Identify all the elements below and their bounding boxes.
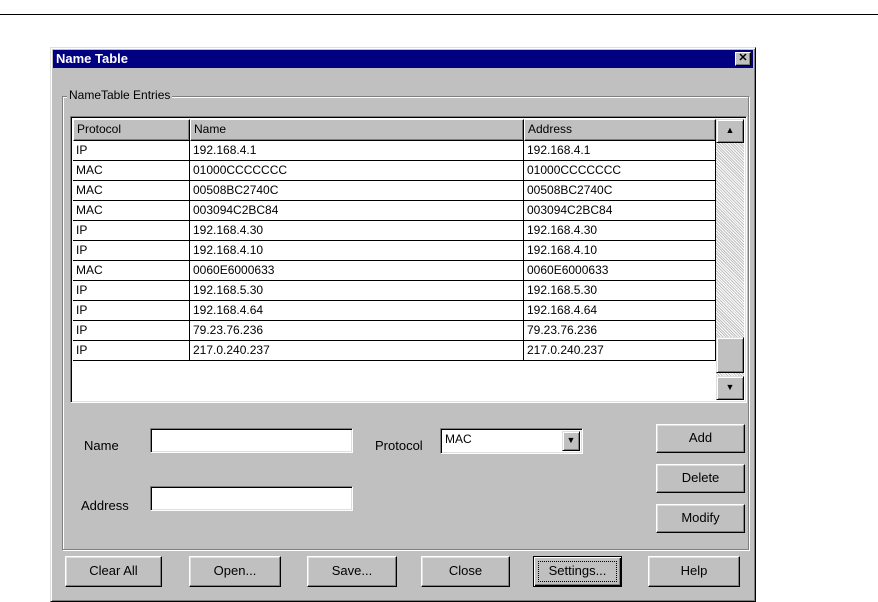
down-arrow-icon: ▼ [725,382,735,392]
title-bar[interactable]: Name Table ✕ [53,50,753,68]
cell-address: 79.23.76.236 [524,321,716,341]
table-row[interactable]: IP 192.168.4.10 192.168.4.10 [73,241,716,261]
modify-button[interactable]: Modify [656,504,745,533]
scroll-thumb[interactable] [716,337,744,373]
save-button[interactable]: Save... [307,556,397,587]
save-label: Save... [331,563,373,578]
cell-protocol: IP [73,221,190,241]
cell-protocol: MAC [73,201,190,221]
cell-protocol: IP [73,301,190,321]
cell-address: 01000CCCCCCC [524,161,716,181]
modify-button-label: Modify [681,510,720,525]
delete-button[interactable]: Delete [656,464,745,493]
table-row[interactable]: IP 192.168.5.30 192.168.5.30 [73,281,716,301]
column-header-address[interactable]: Address [524,119,716,141]
nametable-list[interactable]: Protocol Name Address IP 192.168.4.1 192.1… [70,116,747,403]
chevron-down-icon: ▼ [566,435,576,445]
up-arrow-icon: ▲ [725,125,735,135]
cell-address: 217.0.240.237 [524,341,716,361]
settings-button[interactable]: Settings... [533,556,622,587]
table-row[interactable]: IP 79.23.76.236 79.23.76.236 [73,321,716,341]
clear-all-button[interactable]: Clear All [65,556,162,587]
close-icon: ✕ [738,52,748,64]
cell-protocol: MAC [73,261,190,281]
name-input[interactable] [150,428,353,453]
cell-name: 0060E6000633 [190,261,524,281]
cell-protocol: IP [73,341,190,361]
cell-protocol: IP [73,141,190,161]
table-row[interactable]: MAC 003094C2BC84 003094C2BC84 [73,201,716,221]
cell-protocol: IP [73,281,190,301]
window-title: Name Table [56,51,129,66]
group-label: NameTable Entries [67,88,173,102]
help-label: Help [680,563,708,578]
add-button[interactable]: Add [656,424,745,453]
name-label: Name [84,438,119,453]
table-row[interactable]: IP 192.168.4.30 192.168.4.30 [73,221,716,241]
cell-name: 003094C2BC84 [190,201,524,221]
list-header: Protocol Name Address [73,119,716,141]
cell-address: 192.168.5.30 [524,281,716,301]
cell-name: 192.168.4.1 [190,141,524,161]
table-row[interactable]: IP 192.168.4.1 192.168.4.1 [73,141,716,161]
close-window-button[interactable]: ✕ [735,52,751,66]
cell-name: 00508BC2740C [190,181,524,201]
settings-label: Settings... [548,563,607,578]
close-button[interactable]: Close [421,556,510,587]
cell-address: 192.168.4.10 [524,241,716,261]
scroll-up-button[interactable]: ▲ [716,119,744,143]
protocol-dropdown-button[interactable]: ▼ [562,431,580,451]
cell-name: 192.168.4.64 [190,301,524,321]
protocol-label: Protocol [375,438,423,453]
vertical-scrollbar[interactable]: ▲ ▼ [716,119,744,400]
add-button-label: Add [688,430,713,445]
cell-address: 0060E6000633 [524,261,716,281]
cell-address: 192.168.4.64 [524,301,716,321]
name-table-dialog: Name Table ✕ NameTable Entries Protocol … [50,47,756,602]
list-rows: IP 192.168.4.1 192.168.4.1 MAC 01000CCCCCCC 0… [73,141,716,361]
table-row[interactable]: MAC 0060E6000633 0060E6000633 [73,261,716,281]
cell-protocol: IP [73,241,190,261]
cell-name: 192.168.5.30 [190,281,524,301]
cell-protocol: MAC [73,161,190,181]
cell-name: 217.0.240.237 [190,341,524,361]
cell-protocol: IP [73,321,190,341]
close-label: Close [448,563,483,578]
address-label: Address [81,498,129,513]
column-header-name[interactable]: Name [190,119,524,141]
top-divider-line [0,14,878,15]
delete-button-label: Delete [681,470,720,485]
help-button[interactable]: Help [648,556,740,587]
table-row[interactable]: IP 192.168.4.64 192.168.4.64 [73,301,716,321]
scroll-down-button[interactable]: ▼ [716,376,744,400]
column-header-protocol[interactable]: Protocol [73,119,190,141]
cell-name: 192.168.4.10 [190,241,524,261]
cell-name: 01000CCCCCCC [190,161,524,181]
address-input[interactable] [150,486,353,511]
cell-address: 003094C2BC84 [524,201,716,221]
cell-protocol: MAC [73,181,190,201]
table-row[interactable]: IP 217.0.240.237 217.0.240.237 [73,341,716,361]
cell-address: 00508BC2740C [524,181,716,201]
cell-name: 192.168.4.30 [190,221,524,241]
protocol-select[interactable]: MAC ▼ [440,428,583,454]
open-label: Open... [213,563,257,578]
table-row[interactable]: MAC 00508BC2740C 00508BC2740C [73,181,716,201]
open-button[interactable]: Open... [189,556,281,587]
cell-name: 79.23.76.236 [190,321,524,341]
table-row[interactable]: MAC 01000CCCCCCC 01000CCCCCCC [73,161,716,181]
cell-address: 192.168.4.1 [524,141,716,161]
protocol-selected-value: MAC [445,432,472,446]
clear-all-label: Clear All [89,563,138,578]
cell-address: 192.168.4.30 [524,221,716,241]
